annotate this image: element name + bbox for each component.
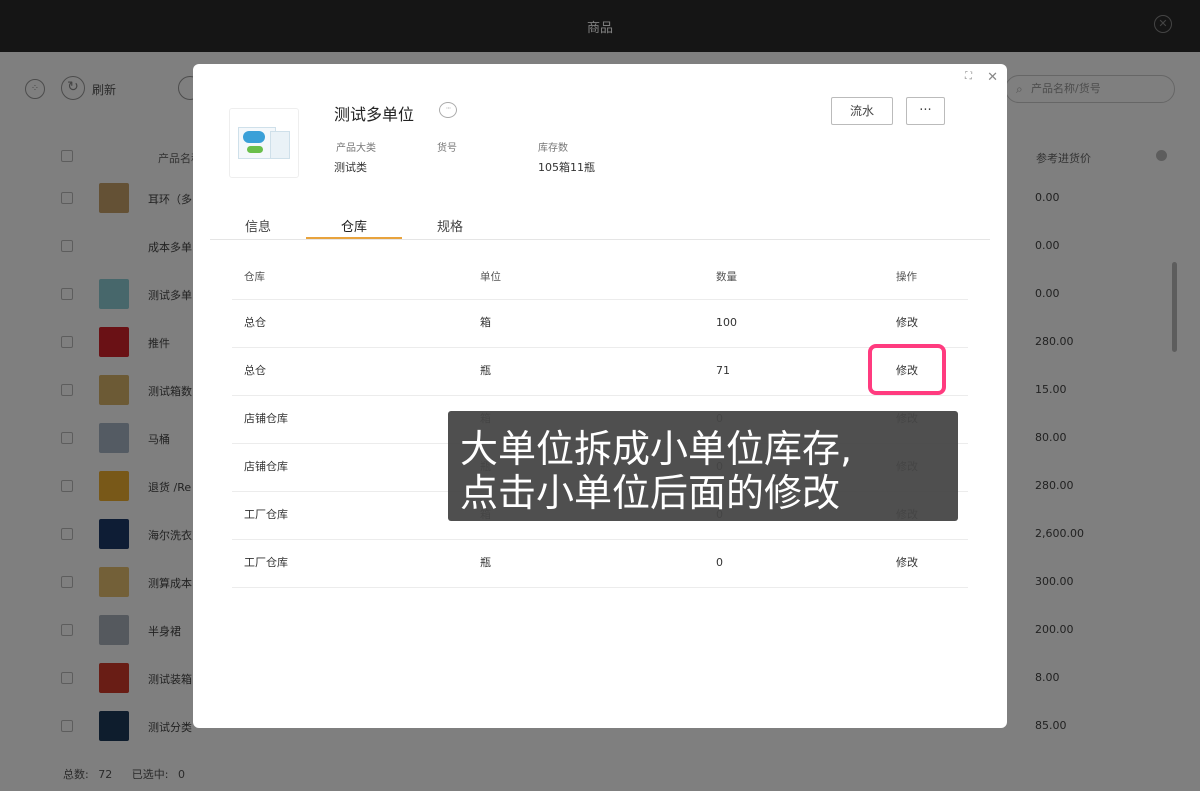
product-name: 测试多单位 bbox=[334, 105, 415, 124]
warehouse-cell: 总仓 bbox=[244, 316, 266, 329]
product-image-leaf bbox=[247, 146, 263, 153]
tab-specs[interactable]: 规格 bbox=[402, 216, 498, 239]
warehouse-cell: 工厂仓库 bbox=[244, 556, 288, 569]
product-image bbox=[229, 108, 299, 178]
qty-cell: 0 bbox=[716, 556, 723, 569]
modal-close-icon[interactable]: ✕ bbox=[987, 71, 998, 84]
meta-stock-label: 库存数 bbox=[538, 143, 568, 154]
flow-button[interactable]: 流水 bbox=[831, 97, 893, 125]
qty-cell: 100 bbox=[716, 316, 737, 329]
tab-warehouse[interactable]: 仓库 bbox=[306, 216, 402, 239]
edit-link[interactable]: 修改 bbox=[896, 300, 918, 346]
table-row: 总仓 箱 100 修改 bbox=[232, 300, 968, 348]
meta-stock-value: 105箱11瓶 bbox=[538, 161, 595, 174]
detail-tabs: 信息 仓库 规格 bbox=[210, 209, 990, 240]
unit-cell: 箱 bbox=[480, 316, 491, 329]
table-header: 仓库 单位 数量 操作 bbox=[232, 254, 968, 300]
more-button[interactable]: ··· bbox=[906, 97, 945, 125]
product-image-box-side bbox=[270, 131, 290, 159]
product-image-logo bbox=[243, 131, 265, 143]
unit-cell: 瓶 bbox=[480, 364, 491, 377]
meta-sku-label: 货号 bbox=[437, 143, 457, 154]
warehouse-cell: 总仓 bbox=[244, 364, 266, 377]
annotation-line-1: 大单位拆成小单位库存, bbox=[460, 427, 853, 471]
expand-icon[interactable]: ⛶ bbox=[965, 72, 975, 82]
unit-cell: 瓶 bbox=[480, 556, 491, 569]
comment-icon[interactable]: ··· bbox=[439, 102, 457, 118]
qty-cell: 71 bbox=[716, 364, 730, 377]
table-row: 总仓瓶 71 修改 bbox=[232, 348, 968, 396]
highlight-box bbox=[868, 344, 946, 395]
header-warehouse: 仓库 bbox=[244, 271, 265, 283]
warehouse-cell: 工厂仓库 bbox=[244, 508, 288, 521]
meta-category-label: 产品大类 bbox=[336, 143, 376, 154]
header-unit: 单位 bbox=[480, 271, 501, 283]
edit-link[interactable]: 修改 bbox=[896, 540, 918, 586]
table-row: 工厂仓库 瓶 0 修改 bbox=[232, 540, 968, 588]
warehouse-cell: 店铺仓库 bbox=[244, 460, 288, 473]
product-detail-modal: ⛶ ✕ 测试多单位 ··· 产品大类 测试类 货号 库存数 105箱11瓶 流水… bbox=[193, 64, 1007, 728]
header-action: 操作 bbox=[896, 271, 917, 283]
annotation-caption: 大单位拆成小单位库存, 点击小单位后面的修改 bbox=[448, 411, 958, 521]
header-qty: 数量 bbox=[716, 271, 737, 283]
warehouse-cell: 店铺仓库 bbox=[244, 412, 288, 425]
meta-category-value: 测试类 bbox=[334, 161, 367, 174]
annotation-line-2: 点击小单位后面的修改 bbox=[460, 471, 841, 515]
tab-info[interactable]: 信息 bbox=[210, 216, 306, 239]
